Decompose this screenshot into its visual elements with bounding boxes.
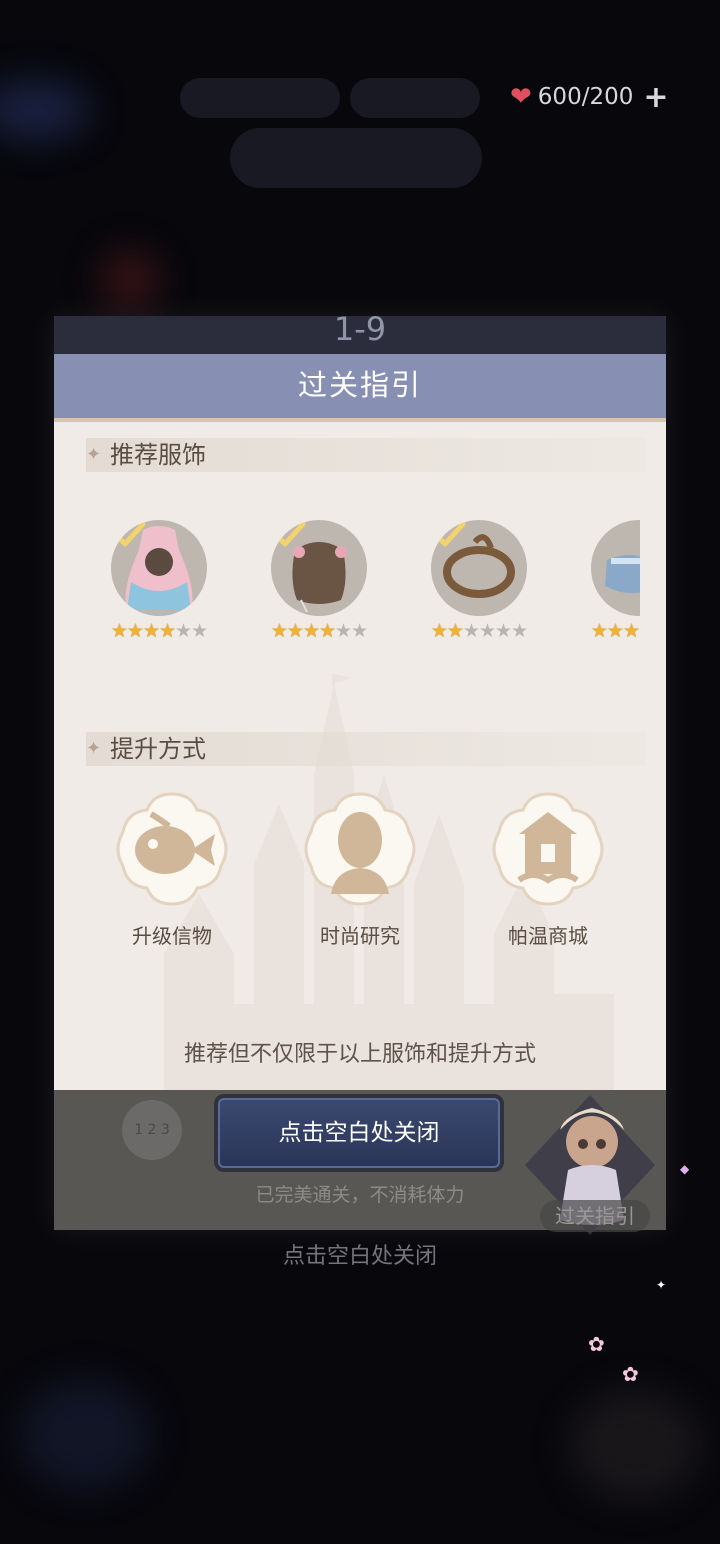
sparkle-icon: ✦ — [86, 444, 102, 465]
stamina-counter[interactable]: ❤ 600/200 + — [500, 76, 683, 118]
recommended-section-title: ✦ 推荐服饰 — [86, 438, 646, 472]
star-rating: ★★★★★★ — [110, 620, 208, 642]
currency-pill — [180, 78, 340, 118]
modal-title: 过关指引 — [54, 354, 666, 422]
outfit-item-shoes[interactable]: ★★★★★★ — [574, 520, 640, 642]
stage-number: 1-9 — [333, 310, 387, 348]
petal-icon: ✿ — [588, 1332, 605, 1356]
method-label: 时尚研究 — [320, 924, 400, 948]
sparkle-icon: ✦ — [86, 738, 102, 759]
improve-method-list: 升级信物 时尚研究 帕温商城 — [94, 790, 654, 950]
close-hint-text: 点击空白处关闭 — [282, 1244, 437, 1269]
check-icon — [272, 521, 306, 547]
check-icon — [432, 521, 466, 547]
method-fashion-research[interactable]: 时尚研究 — [290, 790, 430, 949]
background-glow — [570, 1390, 700, 1500]
outfit-thumbnail — [431, 520, 527, 616]
outfit-thumbnail — [111, 520, 207, 616]
improve-section-title: ✦ 提升方式 — [86, 732, 646, 766]
sparkle-icon: ✦ — [656, 1278, 667, 1292]
guide-modal: 过关指引 ✦ 推荐服饰 ★★★★★★ ★★★★★★ ★★★★★★ ★★★ ✦ 提… — [54, 354, 666, 1090]
currency-pill — [350, 78, 480, 118]
section-title-text: 提升方式 — [110, 735, 206, 763]
star-rating: ★★★★★★ — [270, 620, 368, 642]
guide-button[interactable]: 过关指引 — [540, 1200, 650, 1232]
background-glow — [0, 80, 90, 140]
silhouette-icon — [304, 792, 416, 906]
outfit-thumbnail — [271, 520, 367, 616]
check-icon — [112, 521, 146, 547]
method-label: 升级信物 — [132, 924, 212, 948]
method-label: 帕温商城 — [508, 924, 588, 948]
close-button[interactable]: 点击空白处关闭 — [218, 1098, 500, 1168]
shop-icon — [492, 792, 604, 906]
outfit-thumbnail — [591, 520, 640, 616]
footnote-text: 推荐但不仅限于以上服饰和提升方式 — [183, 1042, 536, 1067]
outfit-item-dress[interactable]: ★★★★★★ — [94, 520, 224, 642]
method-pawen-shop[interactable]: 帕温商城 — [478, 790, 618, 949]
heart-icon: ❤ — [510, 82, 532, 112]
petal-icon: ✿ — [622, 1362, 639, 1386]
shoes-icon — [605, 555, 640, 594]
fish-icon — [116, 792, 228, 906]
method-upgrade-token[interactable]: 升级信物 — [102, 790, 242, 949]
star-rating: ★★★★★★ — [430, 620, 528, 642]
outfit-item-hair[interactable]: ★★★★★★ — [254, 520, 384, 642]
stamina-value: 600/200 — [537, 84, 634, 110]
background-glow — [20, 1380, 150, 1490]
stage-title-pill — [230, 128, 482, 188]
add-stamina-icon[interactable]: + — [643, 80, 668, 115]
sparkle-icon: ◆ — [680, 1162, 690, 1176]
background-glow — [100, 250, 160, 310]
star-rating: ★★★★★★ — [590, 620, 640, 642]
outfit-list[interactable]: ★★★★★★ ★★★★★★ ★★★★★★ ★★★ — [94, 520, 640, 650]
section-title-text: 推荐服饰 — [110, 441, 206, 469]
outfit-item-bracelet[interactable]: ★★★★★★ — [414, 520, 544, 642]
ranking-podium-icon: 1 2 3 — [122, 1100, 182, 1160]
